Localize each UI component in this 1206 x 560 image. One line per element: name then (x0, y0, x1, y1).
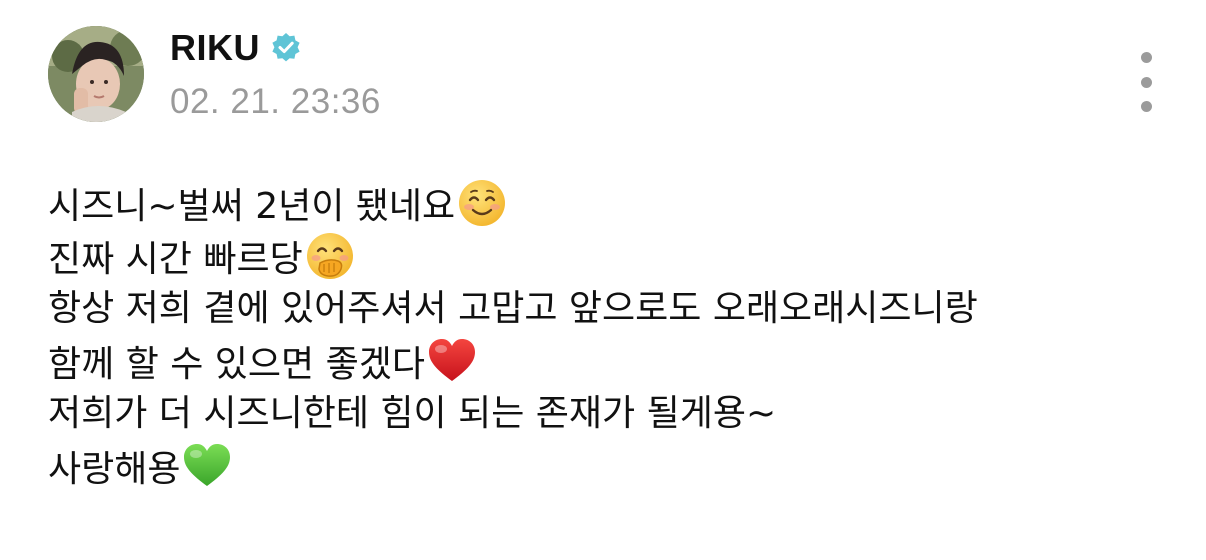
hand-over-mouth-icon (305, 231, 355, 281)
post-line-text: 시즈니~벌써 2년이 됐네요 (48, 186, 456, 227)
more-vertical-icon-dot (1140, 76, 1152, 88)
author-row: RIKU (170, 28, 302, 68)
more-vertical-icon-dot (1140, 101, 1152, 112)
post-card: RIKU 02. 21. 23:36 시즈니~벌써 2년이 됐네요 진짜 시간 … (0, 0, 1206, 560)
post-line-text: 사랑해용 (48, 448, 181, 490)
post-line-text: 항상 저희 곁에 있어주셔서 고맙고 앞으로도 오래오래시즈니랑 (48, 288, 978, 329)
post-line: 항상 저희 곁에 있어주셔서 고맙고 앞으로도 오래오래시즈니랑 (48, 283, 1178, 336)
avatar-image (48, 26, 144, 122)
post-timestamp: 02. 21. 23:36 (170, 82, 381, 121)
verified-badge-icon (270, 32, 302, 64)
smiling-face-icon (457, 178, 507, 228)
author-avatar[interactable] (48, 26, 144, 122)
post-line: 진짜 시간 빠르당 (48, 231, 1178, 284)
post-line: 시즈니~벌써 2년이 됐네요 (48, 178, 1178, 231)
post-line-text: 저희가 더 시즈니한테 힘이 되는 존재가 될게용~ (48, 393, 777, 434)
post-line: 사랑해용 (48, 441, 1178, 494)
post-content: 시즈니~벌써 2년이 됐네요 진짜 시간 빠르당 항상 저희 곁에 있어주셔서 … (48, 178, 1178, 493)
post-line-text: 함께 할 수 있으면 좋겠다 (48, 343, 425, 385)
post-line: 저희가 더 시즈니한테 힘이 되는 존재가 될게용~ (48, 388, 1178, 441)
post-line-text: 진짜 시간 빠르당 (48, 238, 303, 280)
more-options-button[interactable] (1128, 52, 1164, 112)
post-line: 함께 할 수 있으면 좋겠다 (48, 336, 1178, 389)
red-heart-icon (427, 336, 477, 386)
green-heart-icon (182, 441, 232, 491)
more-vertical-icon (1140, 52, 1152, 63)
author-name[interactable]: RIKU (170, 28, 260, 68)
